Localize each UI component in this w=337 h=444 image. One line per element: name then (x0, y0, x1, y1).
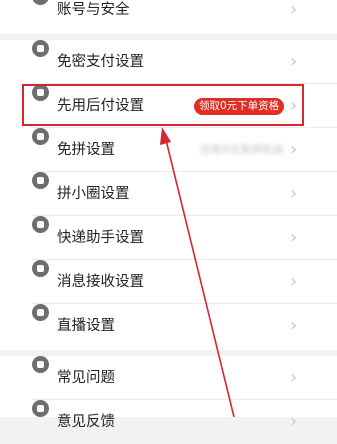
chevron-right-icon: › (290, 51, 298, 72)
chevron-right-icon: › (290, 95, 298, 116)
menu-label: 快递助手设置 (57, 230, 144, 246)
menu-label: 先用后付设置 (57, 98, 144, 114)
menu-item-password-free-pay[interactable]: 免密支付设置 › (0, 40, 337, 84)
chevron-right-icon: › (290, 139, 298, 160)
chevron-right-icon: › (290, 271, 298, 292)
menu-label: 常见问题 (57, 370, 115, 386)
group-buy-hint: 还有0次免拼机会 (200, 143, 284, 156)
feedback-icon (32, 400, 49, 417)
menu-item-feedback[interactable]: 意见反馈 › (0, 400, 337, 444)
chevron-right-icon: › (290, 0, 298, 20)
message-icon (32, 260, 49, 277)
settings-group-3: 常见问题 › 意见反馈 › (0, 356, 337, 432)
menu-item-messages[interactable]: 消息接收设置 › (0, 260, 337, 304)
menu-item-pay-later[interactable]: 先用后付设置 领取0元下单资格 › (0, 84, 337, 128)
truck-icon (32, 216, 49, 233)
menu-item-faq[interactable]: 常见问题 › (0, 356, 337, 400)
menu-label: 意见反馈 (57, 414, 115, 430)
menu-item-group-buy[interactable]: 免拼设置 还有0次免拼机会 › (0, 128, 337, 172)
menu-label: 直播设置 (57, 318, 115, 334)
settings-group-2: 免密支付设置 › 先用后付设置 领取0元下单资格 › 免拼设置 还有0次免拼机会… (0, 40, 337, 350)
lock-icon (32, 172, 49, 189)
menu-label: 消息接收设置 (57, 274, 144, 290)
settings-group-1: 账号与安全 › (0, 0, 337, 34)
chevron-right-icon: › (290, 227, 298, 248)
menu-label: 账号与安全 (57, 2, 130, 18)
menu-label: 拼小圈设置 (57, 186, 130, 202)
menu-label: 免拼设置 (57, 142, 115, 158)
menu-item-live[interactable]: 直播设置 › (0, 304, 337, 348)
clock-icon (32, 84, 49, 101)
chevron-right-icon: › (290, 411, 298, 432)
promo-badge: 领取0元下单资格 (194, 98, 285, 115)
menu-item-circle[interactable]: 拼小圈设置 › (0, 172, 337, 216)
shield-icon (32, 0, 49, 5)
menu-item-delivery[interactable]: 快递助手设置 › (0, 216, 337, 260)
chevron-right-icon: › (290, 183, 298, 204)
chevron-right-icon: › (290, 367, 298, 388)
copy-icon (32, 128, 49, 145)
chevron-right-icon: › (290, 315, 298, 336)
menu-item-account-security[interactable]: 账号与安全 › (0, 0, 337, 32)
key-icon (32, 40, 49, 57)
question-icon (32, 356, 49, 373)
menu-label: 免密支付设置 (57, 54, 144, 70)
video-icon (32, 304, 49, 321)
